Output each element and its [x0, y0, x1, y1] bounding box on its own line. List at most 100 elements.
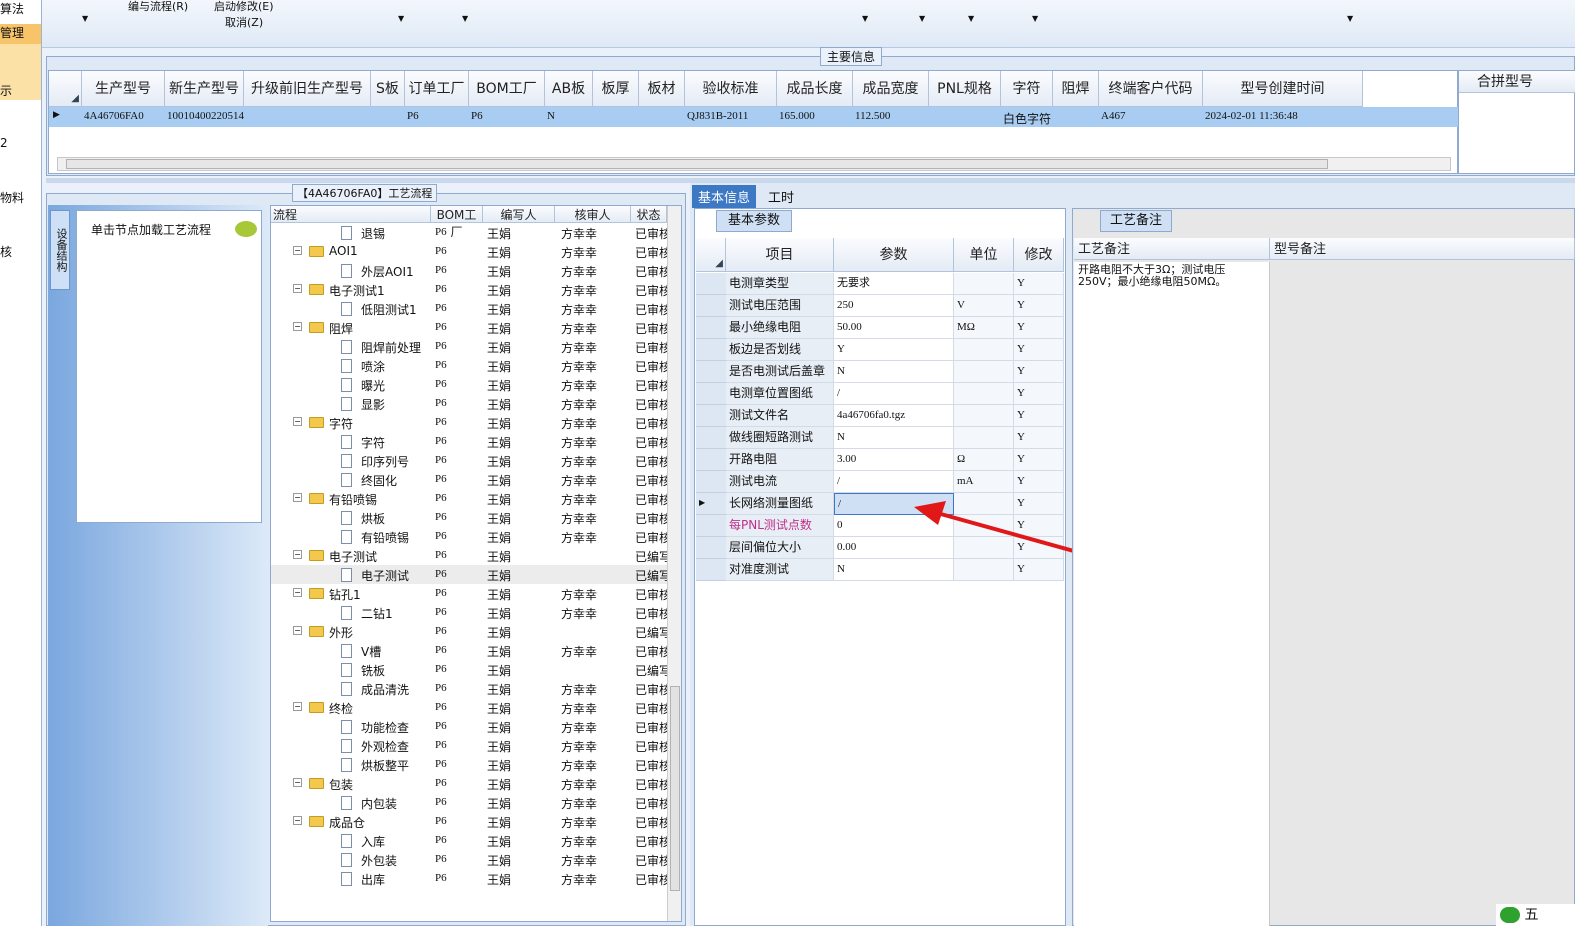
param-unit-cell[interactable]: V: [954, 295, 1014, 317]
param-item-cell[interactable]: 测试文件名: [726, 405, 834, 427]
dropdown-arrow-icon[interactable]: ▼: [1032, 14, 1038, 23]
row-cell[interactable]: 白色字符: [1003, 110, 1053, 126]
tree-row[interactable]: 曝光 P6 王娟 方幸幸 已审核: [271, 375, 671, 394]
param-unit-cell[interactable]: Ω: [954, 449, 1014, 471]
column-header[interactable]: AB板: [545, 71, 593, 107]
tree-row[interactable]: − 成品仓 P6 王娟 方幸幸 已审核: [271, 812, 671, 831]
scroll-thumb[interactable]: [66, 159, 1328, 169]
row-cell[interactable]: 112.500: [855, 110, 929, 126]
dropdown-arrow-icon[interactable]: ▼: [462, 14, 468, 23]
tree-row[interactable]: 终固化 P6 王娟 方幸幸 已审核: [271, 470, 671, 489]
param-item-cell[interactable]: 测试电压范围: [726, 295, 834, 317]
column-header[interactable]: BOM工厂: [469, 71, 545, 107]
column-header[interactable]: 成品长度: [777, 71, 853, 107]
column-header[interactable]: 核审人: [555, 206, 631, 223]
tree-row[interactable]: − 包装 P6 王娟 方幸幸 已审核: [271, 774, 671, 793]
param-value-cell[interactable]: 50.00: [834, 317, 954, 339]
column-header[interactable]: S板: [371, 71, 405, 107]
row-cell[interactable]: 165.000: [779, 110, 853, 126]
column-header[interactable]: 板材: [639, 71, 685, 107]
param-value-cell[interactable]: N: [834, 427, 954, 449]
column-header[interactable]: 状态: [631, 206, 667, 223]
param-item-cell[interactable]: 长网络测量图纸: [726, 493, 834, 515]
tab-work-hours[interactable]: 工时: [762, 185, 800, 208]
row-header[interactable]: [696, 361, 726, 383]
dropdown-arrow-icon[interactable]: ▼: [82, 14, 88, 23]
column-header[interactable]: 终端客户代码: [1099, 71, 1203, 107]
tree-row[interactable]: 外观检查 P6 王娟 方幸幸 已审核: [271, 736, 671, 755]
param-value-cell[interactable]: 3.00: [834, 449, 954, 471]
param-item-cell[interactable]: 层间偏位大小: [726, 537, 834, 559]
tree-row[interactable]: 铣板 P6 王娟 已编写: [271, 660, 671, 679]
param-item-cell[interactable]: 开路电阻: [726, 449, 834, 471]
tree-row[interactable]: − 电子测试1 P6 王娟 方幸幸 已审核: [271, 280, 671, 299]
param-unit-cell[interactable]: [954, 383, 1014, 405]
tree-row[interactable]: − 字符 P6 王娟 方幸幸 已审核: [271, 413, 671, 432]
tree-row[interactable]: 二钻1 P6 王娟 方幸幸 已审核: [271, 603, 671, 622]
row-cell[interactable]: 2024-02-01 11:36:48: [1205, 110, 1363, 126]
start-modify-button[interactable]: 启动修改(E): [214, 0, 274, 14]
tree-row[interactable]: − 阻焊 P6 王娟 方幸幸 已审核: [271, 318, 671, 337]
column-header[interactable]: 生产型号: [82, 71, 165, 107]
row-header[interactable]: [696, 317, 726, 339]
tree-row[interactable]: 出库 P6 王娟 方幸幸 已审核: [271, 869, 671, 888]
collapse-icon[interactable]: −: [293, 493, 302, 502]
column-header[interactable]: 流程: [271, 206, 431, 223]
tree-row[interactable]: 字符 P6 王娟 方幸幸 已审核: [271, 432, 671, 451]
param-value-cell[interactable]: /: [834, 383, 954, 405]
param-item-cell[interactable]: 做线圈短路测试: [726, 427, 834, 449]
param-modify-cell[interactable]: Y: [1014, 405, 1064, 427]
tree-row[interactable]: − 外形 P6 王娟 已编写: [271, 622, 671, 641]
row-cell[interactable]: [595, 110, 639, 126]
nav-item-4[interactable]: 物料: [0, 189, 24, 206]
tab-basic-params[interactable]: 基本参数: [716, 210, 792, 232]
tree-row[interactable]: 内包装 P6 王娟 方幸幸 已审核: [271, 793, 671, 812]
scroll-thumb[interactable]: [670, 686, 680, 891]
column-header[interactable]: 修改: [1014, 238, 1064, 272]
column-header[interactable]: 项目: [726, 238, 834, 272]
param-value-cell[interactable]: 4a46706fa0.tgz: [834, 405, 954, 427]
dropdown-arrow-icon[interactable]: ▼: [862, 14, 868, 23]
row-cell[interactable]: 4A46706FA0: [84, 110, 165, 126]
nav-item-5[interactable]: 核: [0, 243, 12, 260]
param-modify-cell[interactable]: Y: [1014, 317, 1064, 339]
collapse-icon[interactable]: −: [293, 816, 302, 825]
param-unit-cell[interactable]: [954, 405, 1014, 427]
param-value-cell[interactable]: 250: [834, 295, 954, 317]
tree-row[interactable]: 成品清洗 P6 王娟 方幸幸 已审核: [271, 679, 671, 698]
row-cell[interactable]: N: [547, 110, 593, 126]
row-cell[interactable]: A467: [1101, 110, 1203, 126]
device-structure-tab[interactable]: 设备结构: [50, 210, 70, 290]
param-value-cell[interactable]: N: [834, 361, 954, 383]
param-modify-cell[interactable]: Y: [1014, 471, 1064, 493]
tree-row[interactable]: 外层AOI1 P6 王娟 方幸幸 已审核: [271, 261, 671, 280]
row-header[interactable]: [696, 559, 726, 581]
row-cell[interactable]: [246, 110, 371, 126]
param-value-cell[interactable]: /: [834, 471, 954, 493]
column-header[interactable]: BOM工厂: [431, 206, 483, 239]
column-header[interactable]: 成品宽度: [853, 71, 929, 107]
param-item-cell[interactable]: 电测章位置图纸: [726, 383, 834, 405]
param-item-cell[interactable]: 对准度测试: [726, 559, 834, 581]
tree-row[interactable]: 烘板整平 P6 王娟 方幸幸 已审核: [271, 755, 671, 774]
collapse-icon[interactable]: −: [293, 778, 302, 787]
collapse-icon[interactable]: −: [293, 417, 302, 426]
tree-row[interactable]: 烘板 P6 王娟 方幸幸 已审核: [271, 508, 671, 527]
row-cell[interactable]: [373, 110, 405, 126]
row-header[interactable]: ▶: [696, 493, 726, 515]
param-modify-cell[interactable]: Y: [1014, 339, 1064, 361]
tree-row[interactable]: 低阻测试1 P6 王娟 方幸幸 已审核: [271, 299, 671, 318]
column-header[interactable]: PNL规格: [929, 71, 1001, 107]
row-cell[interactable]: QJ831B-2011: [687, 110, 777, 126]
collapse-icon[interactable]: −: [293, 702, 302, 711]
param-modify-cell[interactable]: Y: [1014, 295, 1064, 317]
edit-flow-button[interactable]: 编与流程(R): [128, 0, 188, 14]
column-header[interactable]: 升级前旧生产型号: [244, 71, 371, 107]
param-modify-cell[interactable]: Y: [1014, 427, 1064, 449]
nav-item-1[interactable]: 管理: [0, 24, 41, 44]
tree-row[interactable]: 电子测试 P6 王娟 已编写: [271, 565, 671, 584]
tree-row[interactable]: − AOI1 P6 王娟 方幸幸 已审核: [271, 242, 671, 261]
tree-row[interactable]: − 终检 P6 王娟 方幸幸 已审核: [271, 698, 671, 717]
param-item-cell[interactable]: 每PNL测试点数: [726, 515, 834, 537]
param-unit-cell[interactable]: MΩ: [954, 317, 1014, 339]
